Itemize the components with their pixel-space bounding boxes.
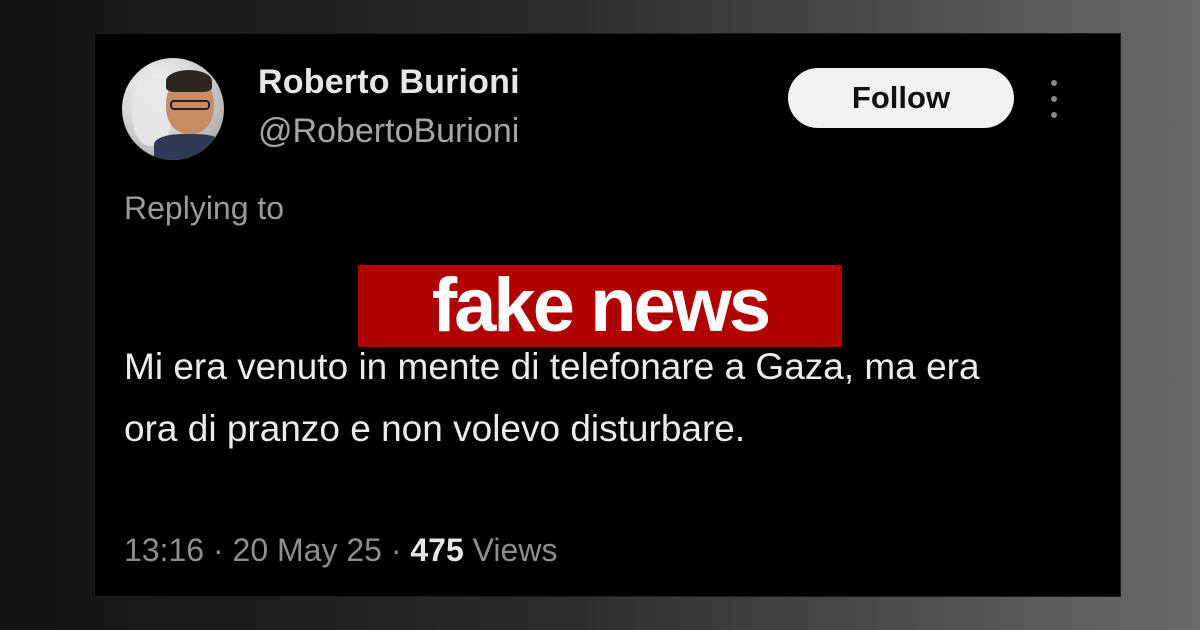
replying-to-label: Replying to <box>124 190 285 226</box>
views-count: 475 <box>410 532 464 568</box>
avatar[interactable] <box>122 58 224 160</box>
tweet-meta: 13:16 · 20 May 25 · 475 Views <box>124 532 557 569</box>
tweet-time[interactable]: 13:16 <box>124 532 204 568</box>
more-dot <box>1051 80 1057 86</box>
avatar-shirt <box>154 134 224 160</box>
tweet-text: Mi era venuto in mente di telefonare a G… <box>124 346 980 449</box>
more-dot <box>1051 96 1057 102</box>
author-handle[interactable]: @RobertoBurioni <box>258 112 519 151</box>
avatar-hair <box>166 70 212 92</box>
fake-news-stamp: fake news <box>358 265 842 347</box>
meta-separator: · <box>212 532 224 568</box>
follow-button[interactable]: Follow <box>788 68 1014 128</box>
tweet-date[interactable]: 20 May 25 <box>233 532 382 568</box>
author-name[interactable]: Roberto Burioni <box>258 63 520 102</box>
avatar-glasses <box>170 100 210 110</box>
views-label: Views <box>472 532 558 568</box>
meta-separator: · <box>390 532 402 568</box>
more-vertical-icon[interactable] <box>1046 80 1062 118</box>
more-dot <box>1051 112 1057 118</box>
